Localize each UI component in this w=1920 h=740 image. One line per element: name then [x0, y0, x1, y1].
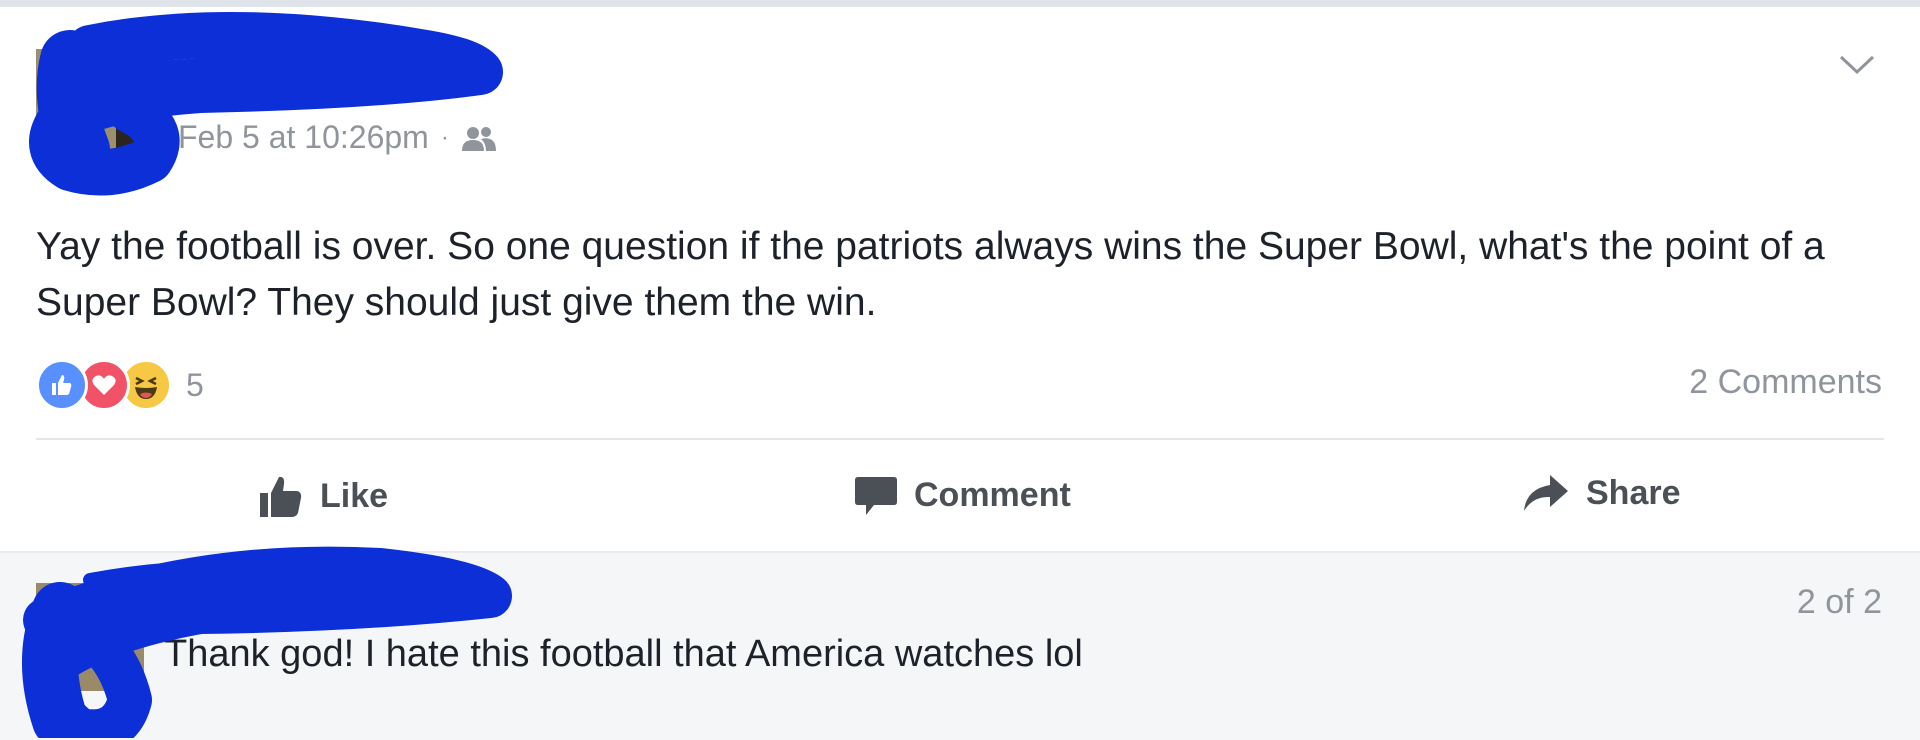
thumbs-up-icon: [260, 476, 302, 517]
comments-count-link[interactable]: 2 Comments: [1689, 363, 1882, 402]
reaction-count: 5: [186, 366, 204, 403]
friends-icon[interactable]: [461, 125, 497, 151]
share-label: Share: [1586, 473, 1681, 512]
like-label: Like: [320, 476, 389, 515]
reactions-summary[interactable]: 5: [36, 359, 204, 411]
comment-text: Thank god! I hate this football that Ame…: [164, 633, 1083, 675]
comments-pager: 2 of 2: [1796, 583, 1882, 621]
meta-separator: ·: [440, 123, 449, 151]
author-avatar[interactable]: [36, 49, 156, 167]
share-arrow-icon: [1524, 475, 1568, 511]
comment-button[interactable]: Comment: [854, 473, 1071, 517]
post-timestamp[interactable]: Feb 5 at 10:26pm: [178, 119, 429, 156]
actions-divider: [36, 438, 1884, 440]
share-button[interactable]: Share: [1522, 473, 1681, 513]
comment-label: Comment: [914, 475, 1071, 514]
chevron-down-icon[interactable]: [1838, 53, 1876, 77]
like-reaction-icon: [36, 359, 88, 411]
post-text: Yay the football is over. So one questio…: [36, 225, 1825, 324]
post-meta: Feb 5 at 10:26pm ·: [178, 119, 497, 156]
comments-section: Thank god! I hate this football that Ame…: [0, 551, 1920, 740]
post-card: Feb 5 at 10:26pm · Yay the football is o…: [0, 7, 1920, 551]
comment-bubble-icon: [855, 477, 897, 515]
top-divider-strip: [0, 0, 1920, 7]
like-button[interactable]: Like: [258, 473, 388, 519]
commenter-avatar[interactable]: [36, 583, 144, 691]
